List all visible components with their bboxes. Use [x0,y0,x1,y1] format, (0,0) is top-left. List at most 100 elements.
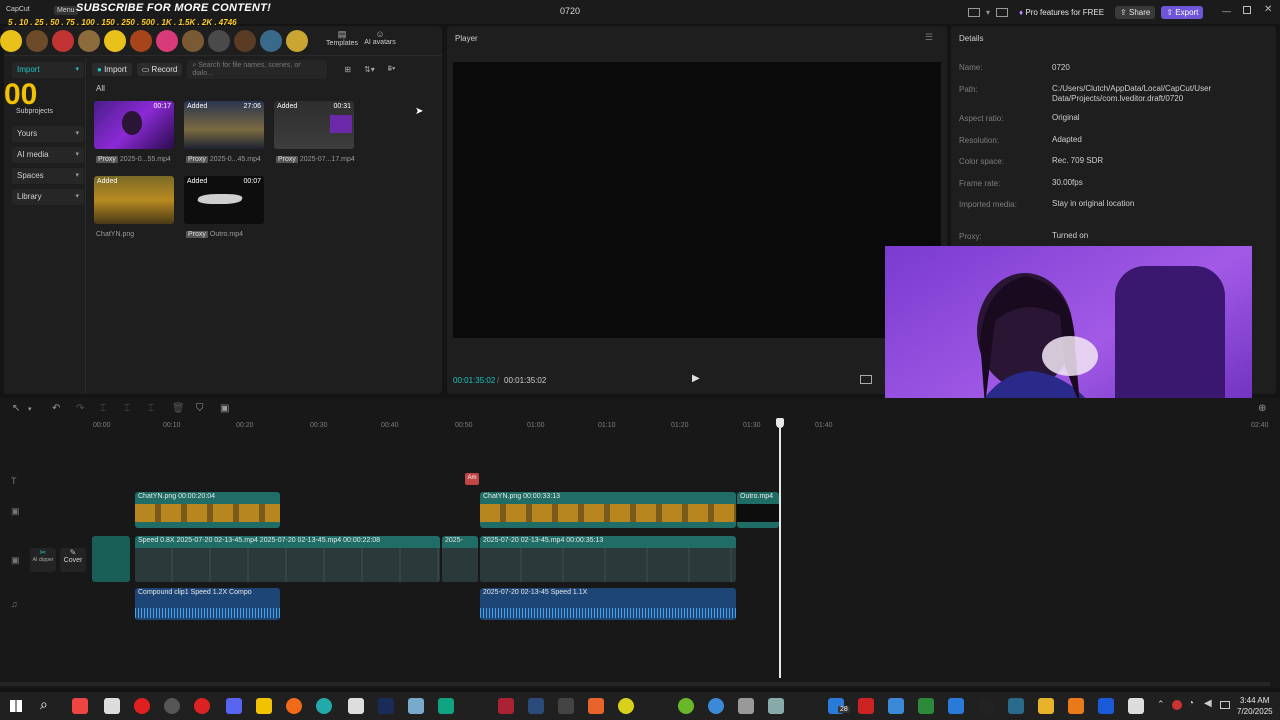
folder-icon[interactable] [408,698,424,714]
sidebar-item-library[interactable]: Library ▾ [12,189,84,205]
epic-games-icon[interactable] [978,698,994,714]
timeline-marker[interactable]: Am [465,473,479,485]
ruler-tick: 01:20 [671,422,689,429]
app-icon[interactable] [618,698,634,714]
export-icon: ⇧ [1166,7,1174,17]
menu-button[interactable]: Menu [54,6,78,15]
sidebar-item-ai-media[interactable]: AI media ▾ [12,147,84,163]
folder-icon[interactable] [1038,698,1054,714]
emoji-icon [286,30,308,52]
grid-view-icon[interactable]: ⊞ [344,65,351,74]
tray-chevron-icon[interactable]: ⌃ [1157,699,1165,710]
sidebar-item-import[interactable]: Import ▾ [12,62,84,78]
close-icon[interactable]: ✕ [1264,4,1272,15]
media-item[interactable]: Added [94,176,174,224]
terminal-icon[interactable] [558,698,574,714]
volume-icon[interactable]: ◀ [1204,698,1212,709]
assistant-icon[interactable] [438,698,454,714]
app-icon[interactable] [1008,698,1024,714]
youtube-icon[interactable] [134,698,150,714]
media-item[interactable]: Added 00:31 [274,101,354,149]
menu-icon[interactable]: ☰ [925,32,933,43]
media-player-icon[interactable] [286,698,302,714]
minimize-icon[interactable]: — [1222,6,1231,16]
playhead[interactable] [779,420,781,678]
app-icon[interactable] [316,698,332,714]
media-item[interactable]: 00:17 [94,101,174,149]
app-icon[interactable] [1128,698,1144,714]
timeline-scrollbar[interactable] [0,682,1270,686]
chatgpt-icon[interactable] [104,698,120,714]
share-button[interactable]: ⇪ Share [1115,5,1156,19]
capcut-icon[interactable] [194,698,210,714]
maximize-icon[interactable] [1243,6,1251,14]
emoji-icon [234,30,256,52]
steam-icon[interactable] [528,698,544,714]
cover-button[interactable]: ✎ Cover [60,548,86,572]
app-icon[interactable] [588,698,604,714]
playhead-handle[interactable] [776,418,784,428]
notes-icon[interactable] [256,698,272,714]
photoshop-icon[interactable] [378,698,394,714]
chrome-icon[interactable] [72,698,88,714]
sort-icon[interactable]: ⇅▾ [364,65,375,74]
ruler-tick: 01:00 [527,422,545,429]
record-button[interactable]: ▭ Record [136,62,183,76]
video-track-icon: ▣ [11,555,20,565]
import-button[interactable]: ● Import [92,62,132,76]
timeline-clip[interactable]: 2025-07-20 02-13-45 Speed 1.1X [480,588,736,620]
ratio-icon[interactable] [860,375,872,384]
emoji-icon [156,30,178,52]
app-icon[interactable] [948,698,964,714]
media-item[interactable]: Added 00:07 [184,176,264,224]
ruler-tick: 00:10 [163,422,181,429]
player-screen[interactable] [453,62,941,338]
timeline-clip[interactable]: Speed 0.8X 2025-07-20 02-13-45.mp4 2025-… [135,536,440,582]
monitor-icon[interactable] [996,7,1009,17]
timeline-clip[interactable]: Outro.mp4 [737,492,779,528]
export-button[interactable]: ⇧ Export [1161,5,1204,19]
emoji-icon [130,30,152,52]
pro-features-button[interactable]: ♦ Pro features for FREE [1014,6,1109,19]
discord-icon[interactable] [226,698,242,714]
clock-date[interactable]: 7/20/2025 [1237,707,1273,716]
tray-icon[interactable] [1172,700,1182,710]
windows-start-icon[interactable] [10,700,22,712]
ai-clipper-button[interactable]: ✂ AI clipper [30,548,56,572]
battery-icon[interactable] [1220,701,1230,709]
app-icon[interactable] [768,698,784,714]
clock-time[interactable]: 3:44 AM [1240,696,1269,705]
search-icon[interactable]: ⌕ [40,696,48,713]
filter-icon[interactable]: ⩩▾ [388,64,396,74]
app-icon[interactable] [888,698,904,714]
timeline-clip[interactable]: Compound clip1 Speed 1.2X Compo [135,588,280,620]
filter-all[interactable]: All [96,84,105,93]
chevron-down-icon: ▾ [75,66,79,73]
browser-icon[interactable] [708,698,724,714]
vlc-icon[interactable] [1068,698,1084,714]
app-icon[interactable] [858,698,874,714]
search-input[interactable]: ⌕ Search for file names, scenes, or dial… [187,59,328,79]
timeline-clip[interactable]: 2025- [442,536,478,582]
layout-icon[interactable] [968,7,980,17]
app-logo: CapCut [6,6,30,13]
app-icon[interactable] [918,698,934,714]
obs-icon[interactable] [164,698,180,714]
tab-ai-avatars[interactable]: ☺ AI avatars [362,29,398,46]
chevron-down-icon[interactable]: ▾ [986,8,990,17]
play-icon[interactable]: ▶ [692,373,700,384]
timeline-clip[interactable]: 2025-07-20 02-13-45.mp4 00:00:35:13 [480,536,736,582]
app-icon[interactable] [1098,698,1114,714]
sidebar-item-yours[interactable]: Yours ▾ [12,126,84,142]
sidebar-item-spaces[interactable]: Spaces ▾ [12,168,84,184]
app-icon[interactable] [498,698,514,714]
media-item[interactable]: Added 27:06 [184,101,264,149]
app-icon[interactable] [738,698,754,714]
timeline-clip[interactable] [92,536,130,582]
app-icon[interactable] [678,698,694,714]
wifi-icon[interactable]: ◔ [1188,698,1194,709]
timeline-ruler[interactable]: 00:00 00:10 00:20 00:30 00:40 00:50 01:00 01:10… [0,398,1280,434]
editor-icon[interactable] [348,698,364,714]
timeline-clip[interactable]: ChatYN.png 00:00:20:04 [135,492,280,528]
timeline-clip[interactable]: ChatYN.png 00:00:33:13 [480,492,736,528]
